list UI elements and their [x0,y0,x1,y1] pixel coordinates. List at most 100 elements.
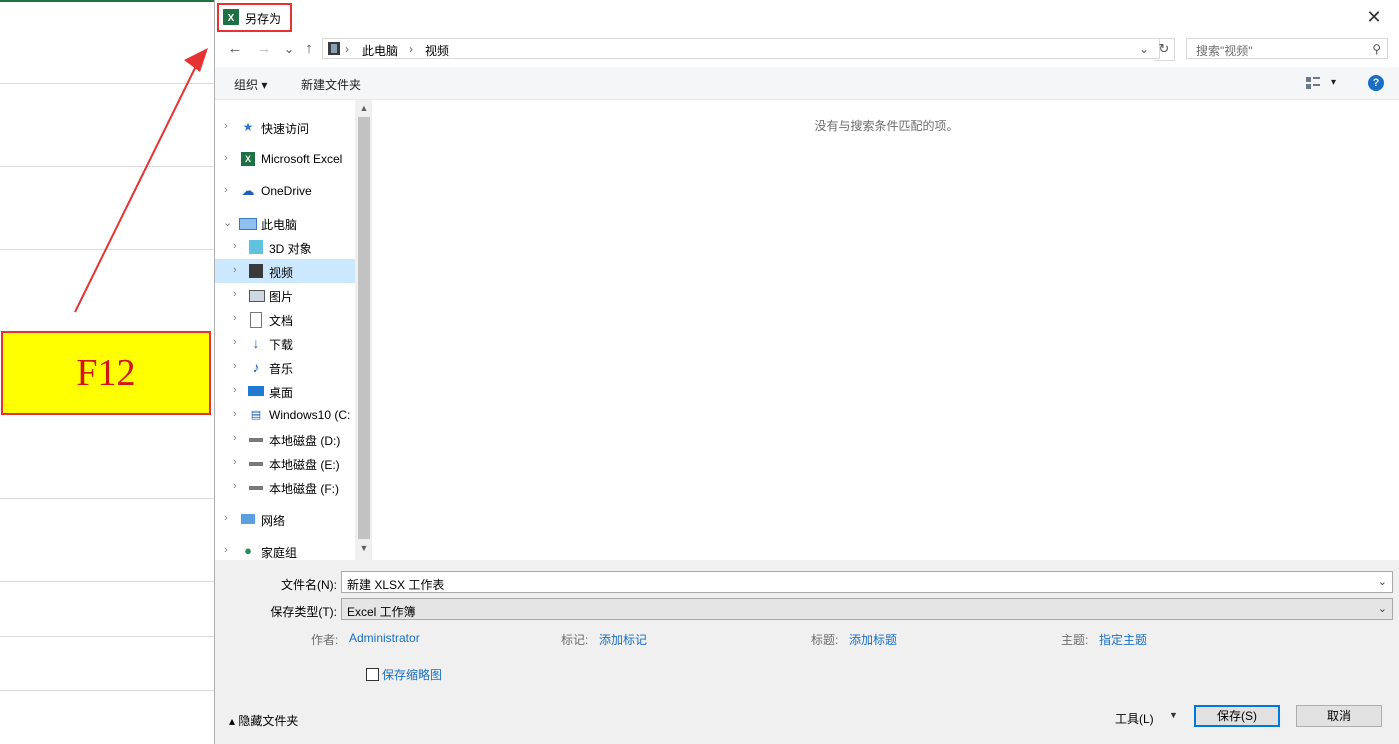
save-as-dialog: X 另存为 ✕ ← → ⌄ ↑ › 此电脑 › 视频 ⌄ ↻ 搜索"视频" ⚲ … [214,0,1399,744]
author-label: 作者: [311,633,339,647]
nav-item-desktop[interactable]: › 桌面 [215,379,355,403]
chevron-down-icon[interactable]: ▼ [1169,710,1178,720]
search-input[interactable]: 搜索"视频" ⚲ [1186,38,1388,59]
nav-item-homegroup[interactable]: › ● 家庭组 [215,539,355,561]
nav-label: Windows10 (C: [269,408,351,422]
address-bar[interactable]: › 此电脑 › 视频 ⌄ [322,38,1160,59]
chevron-right-icon: › [233,240,237,252]
network-icon [241,514,255,524]
scrollbar-thumb[interactable] [358,117,370,539]
nav-item-drive-d[interactable]: › 本地磁盘 (D:) [215,427,355,451]
nav-label: OneDrive [261,184,312,198]
nav-item-network[interactable]: › 网络 [215,507,355,531]
add-tags-link[interactable]: 添加标记 [599,631,647,648]
help-icon[interactable]: ? [1368,75,1384,91]
author-value[interactable]: Administrator [349,631,420,645]
chevron-right-icon: › [233,480,237,492]
svg-text:X: X [228,13,235,24]
recent-locations-button[interactable]: ⌄ [279,39,299,59]
refresh-button[interactable]: ↻ [1154,38,1175,61]
nav-item-onedrive[interactable]: › ☁ OneDrive [215,179,355,203]
chevron-down-icon: ⌄ [1377,603,1387,615]
chevron-right-icon: › [233,408,237,420]
breadcrumb-this-pc[interactable]: 此电脑 [362,42,398,59]
breadcrumb-videos[interactable]: 视频 [425,42,449,59]
nav-label: 此电脑 [261,218,298,232]
add-title-link[interactable]: 添加标题 [849,631,897,648]
nav-label: 快速访问 [261,122,310,136]
nav-item-microsoft-excel[interactable]: › X Microsoft Excel [215,147,355,171]
close-button[interactable]: ✕ [1362,6,1386,28]
chevron-right-icon: › [224,152,228,164]
chevron-right-icon: › [233,360,237,372]
chevron-right-icon: › [233,312,237,324]
title-bar: X 另存为 ✕ [215,0,1399,34]
empty-results-message: 没有与搜索条件匹配的项。 [814,119,959,133]
file-list-pane[interactable]: 没有与搜索条件匹配的项。 [373,100,1399,560]
film-icon [249,264,263,278]
breadcrumb-separator: › [409,42,413,56]
nav-item-music[interactable]: › ♪ 音乐 [215,355,355,379]
nav-item-drive-f[interactable]: › 本地磁盘 (F:) [215,475,355,499]
star-icon: ★ [242,120,254,134]
save-thumbnail-checkbox[interactable] [366,668,379,681]
nav-label: 本地磁盘 (D:) [269,434,341,448]
chevron-right-icon: › [224,120,228,132]
specify-subject-link[interactable]: 指定主题 [1099,631,1147,648]
nav-item-3d-objects[interactable]: › 3D 对象 [215,235,355,259]
nav-item-quick-access[interactable]: › ★ 快速访问 [215,115,355,139]
dialog-title: 另存为 [245,12,282,26]
back-button[interactable]: ← [225,39,245,59]
excel-icon: X [241,152,255,166]
nav-item-documents[interactable]: › 文档 [215,307,355,331]
file-type-select[interactable]: Excel 工作簿 ⌄ [341,598,1393,620]
new-folder-button[interactable]: 新建文件夹 [301,76,361,93]
chevron-down-icon[interactable]: ⌄ [1378,575,1387,588]
nav-item-pictures[interactable]: › 图片 [215,283,355,307]
nav-item-this-pc[interactable]: ⌄ 此电脑 [215,211,355,235]
hide-folders-toggle[interactable]: ▴ 隐藏文件夹 [229,712,298,729]
cube-icon [249,240,263,254]
organize-menu[interactable]: 组织 ▾ [234,76,267,93]
grid-line [0,690,215,691]
up-button[interactable]: ↑ [299,39,319,59]
nav-label: 下载 [269,338,294,352]
chevron-right-icon: › [233,432,237,444]
scroll-up-icon[interactable]: ▲ [358,103,370,117]
nav-item-drive-c[interactable]: › ▤ Windows10 (C: [215,403,355,427]
homegroup-icon: ● [244,543,252,558]
file-type-label: 保存类型(T): [270,605,337,619]
picture-icon [249,290,265,302]
view-options-icon[interactable] [1306,77,1320,89]
desktop-icon [248,386,264,396]
save-button[interactable]: 保存(S) [1194,705,1280,727]
chevron-down-icon[interactable]: ⌄ [1139,42,1149,56]
scroll-down-icon[interactable]: ▼ [358,543,370,557]
chevron-right-icon: › [233,336,237,348]
grid-line [0,636,215,637]
nav-item-drive-e[interactable]: › 本地磁盘 (E:) [215,451,355,475]
chevron-right-icon: › [224,544,228,556]
nav-item-downloads[interactable]: › ↓ 下载 [215,331,355,355]
nav-item-videos[interactable]: › 视频 [215,259,355,283]
title-label: 标题: [811,633,839,647]
chevron-down-icon: ⌄ [223,217,233,229]
nav-label: Microsoft Excel [261,152,343,166]
nav-label: 桌面 [269,386,294,400]
forward-button[interactable]: → [254,39,274,59]
address-row: ← → ⌄ ↑ › 此电脑 › 视频 ⌄ ↻ 搜索"视频" ⚲ [215,34,1399,66]
chevron-right-icon: › [224,184,228,196]
download-icon: ↓ [252,335,260,351]
tools-menu[interactable]: 工具(L) [1115,710,1154,727]
drive-icon [249,486,263,490]
file-type-value: Excel 工作簿 [347,605,416,619]
navigation-pane: › ★ 快速访问 › X Microsoft Excel › ☁ OneDriv… [215,100,372,560]
cancel-button[interactable]: 取消 [1296,705,1382,727]
nav-label: 本地磁盘 (E:) [269,458,340,472]
save-thumbnail-label[interactable]: 保存缩略图 [382,666,442,683]
drive-icon [249,438,263,442]
film-icon [328,42,340,55]
view-dropdown[interactable]: ▾ [1331,77,1336,88]
grid-line [0,498,215,499]
filename-field[interactable]: 新建 XLSX 工作表 ⌄ [341,571,1393,593]
